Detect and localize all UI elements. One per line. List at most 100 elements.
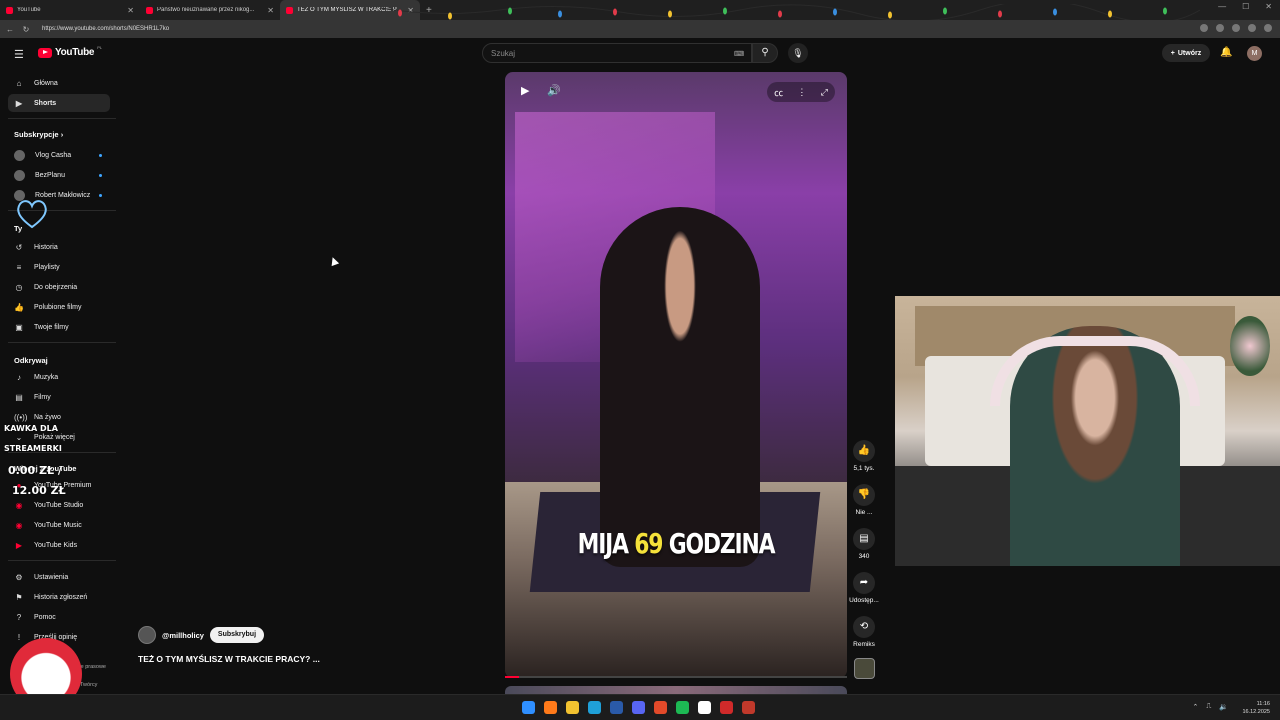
channel-name[interactable]: @millholicy — [162, 631, 204, 640]
explore-heading: Odkrywaj — [14, 356, 48, 365]
sidebar-item-liked[interactable]: 👍 Polubione filmy — [8, 298, 110, 316]
network-icon[interactable]: ⎍ — [1206, 703, 1211, 711]
volume-icon[interactable]: 🔉 — [1219, 703, 1228, 711]
subscriptions-heading[interactable]: Subskrypcje › — [14, 130, 63, 139]
play-icon[interactable]: ▶ — [521, 84, 529, 97]
extension-icon[interactable] — [1232, 24, 1240, 32]
sidebar-item-music[interactable]: ♪ Muzyka — [8, 368, 110, 386]
new-content-dot — [99, 153, 102, 157]
new-tab-icon[interactable]: + — [426, 5, 432, 16]
edge-icon[interactable] — [588, 701, 601, 714]
close-tab-icon[interactable]: ✕ — [127, 6, 134, 15]
comment-count: 340 — [858, 553, 870, 560]
remix-button[interactable]: ⟲ Remiks — [848, 616, 880, 648]
keyboard-icon[interactable]: ⌨ — [734, 50, 744, 58]
subscribe-button[interactable]: Subskrybuj — [209, 627, 265, 643]
profile-icon[interactable] — [1248, 24, 1256, 32]
url-field[interactable]: https://www.youtube.com/shorts/N0ESHR1L7… — [42, 26, 169, 32]
next-short-preview[interactable] — [505, 686, 847, 694]
captions-icon[interactable]: ㏄ — [774, 86, 783, 99]
share-button[interactable]: ➦ Udostęp... — [848, 572, 880, 604]
sidebar-item-subscription[interactable]: BezPlanu — [8, 166, 110, 184]
sidebar-item-playlists[interactable]: ≡ Playlisty — [8, 258, 110, 276]
mic-icon: 🎙 — [792, 48, 804, 58]
comment-icon: ▤ — [853, 528, 875, 550]
sidebar-item-your-videos[interactable]: ▣ Twoje filmy — [8, 318, 110, 336]
sidebar-item-shorts[interactable]: ▶ Shorts — [8, 94, 110, 112]
subscriptions-heading-label: Subskrypcje — [14, 130, 59, 139]
sidebar-item-home[interactable]: ⌂ Główna — [8, 74, 110, 92]
reload-icon[interactable]: ↻ — [20, 25, 32, 34]
tab-title: TEŻ O TYM MYŚLISZ W TRAKCIE P... — [297, 7, 402, 13]
windows-start-icon[interactable] — [522, 701, 535, 714]
short-video-player[interactable]: ▶ 🔊 ㏄ ⋮ ⤢ MIJA 69 GODZINA — [505, 72, 847, 678]
sidebar-item-label: Muzyka — [34, 373, 59, 381]
comments-button[interactable]: ▤ 340 — [848, 528, 880, 560]
divider — [8, 560, 116, 561]
sidebar-item-films[interactable]: ▤ Filmy — [8, 388, 110, 406]
like-button[interactable]: 👍 5,1 tys. — [848, 440, 880, 472]
sidebar-item-history[interactable]: ↺ Historia — [8, 238, 110, 256]
app-icon[interactable] — [654, 701, 667, 714]
channel-avatar[interactable] — [138, 626, 156, 644]
tab-title: YouTube — [17, 7, 41, 13]
create-button[interactable]: + Utwórz — [1162, 44, 1210, 62]
notion-icon[interactable] — [698, 701, 711, 714]
sidebar-item-youtube-music[interactable]: ◉ YouTube Music — [8, 516, 110, 534]
maximize-icon[interactable]: ☐ — [1242, 2, 1249, 11]
chrome-icon[interactable] — [742, 701, 755, 714]
sidebar-item-watch-later[interactable]: ◷ Do obejrzenia — [8, 278, 110, 296]
sound-thumbnail[interactable] — [854, 658, 875, 679]
account-avatar[interactable]: M — [1247, 46, 1262, 61]
browser-extensions — [1200, 24, 1272, 32]
voice-search-button[interactable]: 🎙 — [788, 43, 808, 63]
short-channel-row: @millholicy Subskrybuj — [138, 626, 265, 644]
sidebar-item-youtube-kids[interactable]: ▶ YouTube Kids — [8, 536, 110, 554]
close-tab-icon[interactable]: ✕ — [407, 6, 414, 15]
video-progress-bar[interactable] — [505, 676, 847, 678]
sidebar-item-report-history[interactable]: ⚑ Historia zgłoszeń — [8, 588, 110, 606]
extension-icon[interactable] — [1216, 24, 1224, 32]
sidebar-item-label: Playlisty — [34, 263, 60, 271]
minimize-icon[interactable]: — — [1218, 2, 1226, 11]
sidebar-item-help[interactable]: ? Pomoc — [8, 608, 110, 626]
chevron-up-icon[interactable]: ⌃ — [1193, 703, 1199, 711]
fullscreen-icon[interactable]: ⤢ — [821, 87, 828, 98]
browser-tab-active[interactable]: TEŻ O TYM MYŚLISZ W TRAKCIE P... ✕ — [280, 0, 420, 20]
footer-link[interactable]: Twórcy — [80, 682, 97, 688]
spotify-icon[interactable] — [676, 701, 689, 714]
close-window-icon[interactable]: ✕ — [1265, 2, 1272, 11]
steam-icon[interactable] — [610, 701, 623, 714]
sidebar-item-subscription[interactable]: Vlog Casha — [8, 146, 110, 164]
hamburger-menu-icon[interactable]: ☰ — [14, 48, 24, 61]
window-controls: — ☐ ✕ — [1218, 2, 1272, 11]
search-button[interactable]: ⚲ — [752, 43, 778, 63]
search-input[interactable]: Szukaj — [482, 43, 752, 63]
new-content-dot — [99, 193, 102, 197]
clock-date: 16.12.2025 — [1242, 709, 1270, 715]
volume-icon[interactable]: 🔊 — [547, 84, 561, 97]
sidebar-item-settings[interactable]: ⚙ Ustawienia — [8, 568, 110, 586]
browser-tab[interactable]: Państwo nieuznawane przez nikog... ✕ — [140, 0, 280, 20]
youtube-logo[interactable]: YouTube PL — [38, 45, 102, 58]
sidebar-item-label: Do obejrzenia — [34, 283, 78, 291]
share-icon: ➦ — [853, 572, 875, 594]
menu-icon[interactable] — [1264, 24, 1272, 32]
flag-icon: ⚑ — [15, 592, 23, 602]
discord-icon[interactable] — [632, 701, 645, 714]
sidebar-item-youtube-studio[interactable]: ◉ YouTube Studio — [8, 496, 110, 514]
browser-tab[interactable]: YouTube ✕ — [0, 0, 140, 20]
notifications-bell-icon[interactable]: 🔔 — [1220, 47, 1232, 58]
more-options-icon[interactable]: ⋮ — [797, 87, 806, 98]
help-icon: ? — [16, 612, 22, 622]
firefox-icon[interactable] — [544, 701, 557, 714]
back-icon[interactable]: ← — [4, 25, 16, 34]
dislike-button[interactable]: 👎 Nie ... — [848, 484, 880, 516]
sidebar-item-label: Na żywo — [34, 413, 61, 421]
streaming-app-icon[interactable] — [720, 701, 733, 714]
extension-icon[interactable] — [1200, 24, 1208, 32]
close-tab-icon[interactable]: ✕ — [267, 6, 274, 15]
folder-icon[interactable] — [566, 701, 579, 714]
taskbar-clock[interactable]: 11:16 16.12.2025 — [1242, 700, 1270, 716]
short-title[interactable]: TEŻ O TYM MYŚLISZ W TRAKCIE PRACY? ... — [138, 654, 320, 664]
